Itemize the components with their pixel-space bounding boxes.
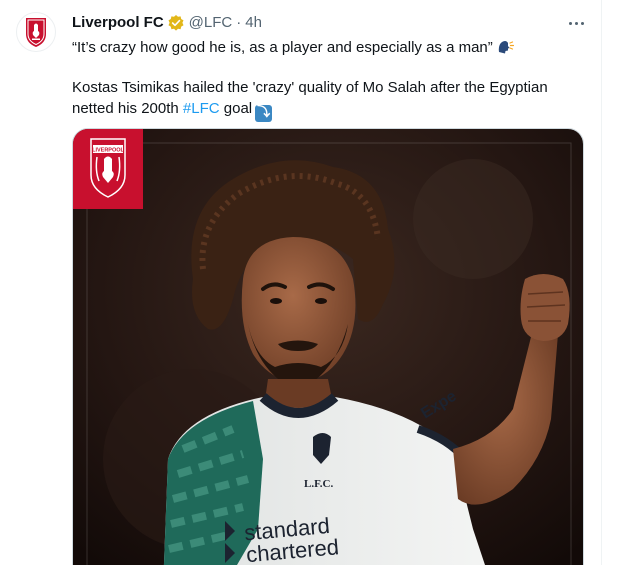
tweet-timestamp[interactable]: 4h	[245, 13, 262, 33]
right-arrow-curving-down-emoji-icon: ⤵	[255, 104, 273, 122]
author-handle[interactable]: @LFC	[189, 13, 233, 33]
header-separator: ·	[236, 14, 242, 31]
speaking-head-emoji-icon	[497, 38, 514, 55]
more-options-icon[interactable]	[563, 12, 589, 34]
salah-celebration-photo: L.F.C. Expe standard chartered LIVERPOOL	[73, 129, 583, 565]
liverbird-crest-icon	[26, 18, 46, 47]
tweet-text-line-1: “It’s crazy how good he is, as a player …	[72, 38, 592, 58]
tweet-media-photo[interactable]: L.F.C. Expe standard chartered LIVERPOOL	[72, 128, 584, 565]
tweet-text-line-3: netted his 200th #LFC goal ⤵	[72, 99, 592, 122]
crest-text: LIVERPOOL	[92, 148, 124, 154]
right-gutter	[602, 0, 636, 565]
tweet-card[interactable]: Liverpool FC @LFC · 4h “It’s crazy how g…	[0, 0, 602, 565]
lfc-crest-logo: LIVERPOOL	[73, 129, 143, 209]
text-prefix: netted his 200th	[72, 100, 183, 117]
tweet-header: Liverpool FC @LFC · 4h	[72, 12, 262, 34]
text-suffix: goal	[219, 100, 253, 117]
tweet-text-line-2: Kostas Tsimikas hailed the 'crazy' quali…	[72, 79, 548, 96]
author-display-name[interactable]: Liverpool FC	[72, 13, 164, 33]
gold-check-badge-icon[interactable]	[167, 14, 185, 32]
avatar[interactable]	[16, 12, 56, 52]
jersey-lfc-text: L.F.C.	[304, 478, 333, 490]
quote-text: “It’s crazy how good he is, as a player …	[72, 39, 493, 56]
hashtag-link[interactable]: #LFC	[183, 100, 220, 117]
